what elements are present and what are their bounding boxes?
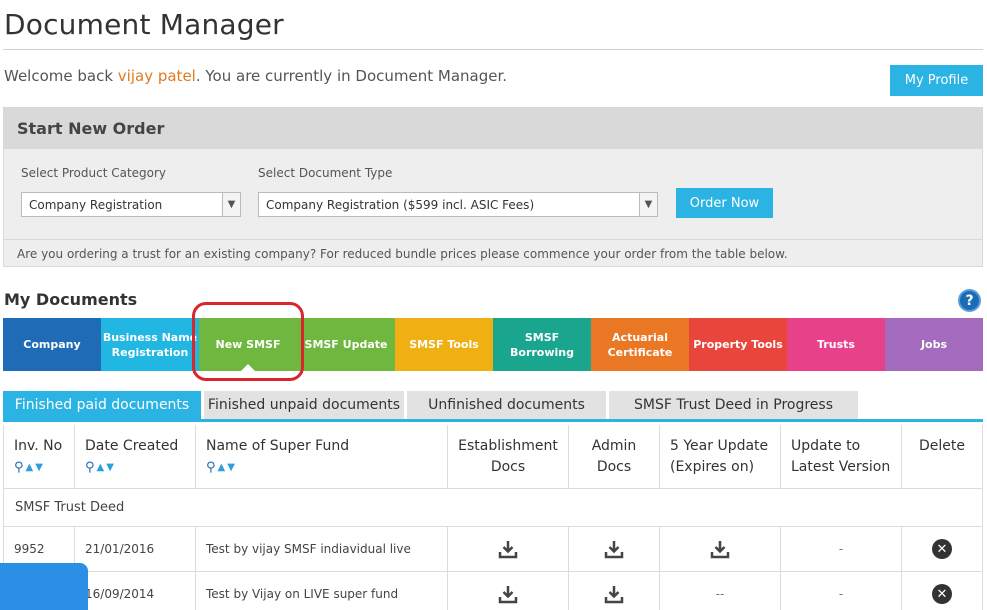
cell-admin-docs: [569, 572, 660, 610]
header-fund-name-label: Name of Super Fund: [206, 438, 350, 454]
sort-controls[interactable]: ⚲ ▲ ▼: [206, 457, 447, 478]
welcome-message: Welcome back vijay patel. You are curren…: [4, 67, 507, 85]
start-new-order-panel: Start New Order Select Product Category …: [3, 107, 983, 267]
download-icon[interactable]: [498, 539, 518, 559]
search-icon[interactable]: ⚲: [14, 457, 24, 478]
category-new-smsf[interactable]: New SMSF: [199, 318, 297, 371]
category-jobs[interactable]: Jobs: [885, 318, 983, 371]
category-smsf-borrowing[interactable]: SMSF Borrowing: [493, 318, 591, 371]
document-status-tabs: Finished paid documents Finished unpaid …: [3, 391, 983, 422]
search-icon[interactable]: ⚲: [206, 457, 216, 478]
category-business-name[interactable]: Business Name Registration: [101, 318, 199, 371]
welcome-prefix: Welcome back: [4, 67, 118, 85]
product-category-select[interactable]: Company Registration ▼: [21, 192, 241, 217]
sort-desc-icon[interactable]: ▼: [35, 457, 43, 478]
delete-icon[interactable]: ✕: [932, 584, 952, 604]
search-icon[interactable]: ⚲: [85, 457, 95, 478]
header-admin-docs: Admin Docs: [569, 425, 660, 488]
header-five-year-line2: (Expires on): [670, 459, 755, 475]
header-delete-label: Delete: [919, 438, 965, 454]
sort-asc-icon[interactable]: ▲: [26, 457, 34, 478]
sort-asc-icon[interactable]: ▲: [97, 457, 105, 478]
document-type-value: Company Registration ($599 incl. ASIC Fe…: [266, 197, 535, 212]
cell-establishment-docs: [448, 572, 569, 610]
cell-five-year-update: --: [660, 572, 781, 610]
cell-delete: ✕: [902, 527, 982, 571]
cell-fund-name: Test by vijay SMSF indiavidual live: [196, 527, 448, 571]
cell-date-created: 16/09/2014: [75, 572, 196, 610]
my-documents-title: My Documents: [4, 290, 138, 309]
chat-widget-tab[interactable]: [0, 563, 88, 610]
chevron-down-icon[interactable]: ▼: [222, 193, 240, 216]
download-icon[interactable]: [498, 584, 518, 604]
header-inv-no-label: Inv. No: [14, 438, 63, 454]
product-category-tabs: Company Business Name Registration New S…: [3, 318, 983, 371]
document-type-label: Select Document Type: [258, 166, 393, 180]
category-smsf-tools[interactable]: SMSF Tools: [395, 318, 493, 371]
header-delete: Delete: [902, 425, 982, 488]
page-title: Document Manager: [4, 8, 284, 41]
help-icon[interactable]: ?: [958, 289, 981, 312]
header-update-line1: Update to: [791, 438, 861, 454]
header-admin-line1: Admin: [591, 438, 637, 454]
cell-establishment-docs: [448, 527, 569, 571]
header-date-created-label: Date Created: [85, 438, 179, 454]
tab-unfinished[interactable]: Unfinished documents: [407, 391, 606, 419]
sort-desc-icon[interactable]: ▼: [106, 457, 114, 478]
category-company[interactable]: Company: [3, 318, 101, 371]
header-five-year-line1: 5 Year Update: [670, 438, 769, 454]
order-panel-heading: Start New Order: [4, 108, 982, 149]
header-five-year-update: 5 Year Update (Expires on): [660, 425, 781, 488]
sort-asc-icon[interactable]: ▲: [218, 457, 226, 478]
download-icon[interactable]: [604, 584, 624, 604]
header-update-line2: Latest Version: [791, 459, 891, 475]
order-bundle-note: Are you ordering a trust for an existing…: [4, 239, 982, 267]
cell-delete: ✕: [902, 572, 982, 610]
documents-table: Inv. No ⚲ ▲ ▼ Date Created ⚲ ▲ ▼ Name of Sup…: [3, 425, 983, 610]
sort-controls[interactable]: ⚲ ▲ ▼: [14, 457, 74, 478]
welcome-suffix: . You are currently in Document Manager.: [195, 67, 508, 85]
category-trusts[interactable]: Trusts: [787, 318, 885, 371]
user-name: vijay patel: [117, 67, 196, 85]
cell-admin-docs: [569, 527, 660, 571]
cell-update-latest: -: [781, 572, 902, 610]
table-section-heading: SMSF Trust Deed: [4, 489, 982, 527]
cell-fund-name: Test by Vijay on LIVE super fund: [196, 572, 448, 610]
cell-update-latest: -: [781, 527, 902, 571]
table-row: 16/09/2014 Test by Vijay on LIVE super f…: [4, 572, 982, 610]
product-category-label: Select Product Category: [21, 166, 167, 180]
sort-controls[interactable]: ⚲ ▲ ▼: [85, 457, 195, 478]
tab-finished-paid[interactable]: Finished paid documents: [3, 391, 201, 419]
category-property-tools[interactable]: Property Tools: [689, 318, 787, 371]
document-type-select[interactable]: Company Registration ($599 incl. ASIC Fe…: [258, 192, 658, 217]
cell-five-year-update: [660, 527, 781, 571]
header-inv-no: Inv. No ⚲ ▲ ▼: [4, 425, 75, 488]
header-date-created: Date Created ⚲ ▲ ▼: [75, 425, 196, 488]
cell-date-created: 21/01/2016: [75, 527, 196, 571]
table-row: 9952 21/01/2016 Test by vijay SMSF india…: [4, 527, 982, 572]
title-divider: [3, 49, 983, 50]
header-admin-line2: Docs: [596, 459, 632, 475]
table-header-row: Inv. No ⚲ ▲ ▼ Date Created ⚲ ▲ ▼ Name of Sup…: [4, 425, 982, 489]
header-update-latest: Update to Latest Version: [781, 425, 902, 488]
download-icon[interactable]: [710, 539, 730, 559]
tab-finished-unpaid[interactable]: Finished unpaid documents: [204, 391, 404, 419]
header-establishment-line2: Docs: [490, 459, 526, 475]
tab-trust-deed-in-progress[interactable]: SMSF Trust Deed in Progress: [609, 391, 858, 419]
category-actuarial-certificate[interactable]: Actuarial Certificate: [591, 318, 689, 371]
order-now-button[interactable]: Order Now: [676, 188, 773, 218]
header-establishment-line1: Establishment: [458, 438, 558, 454]
category-smsf-update[interactable]: SMSF Update: [297, 318, 395, 371]
sort-desc-icon[interactable]: ▼: [227, 457, 235, 478]
chevron-down-icon[interactable]: ▼: [639, 193, 657, 216]
header-fund-name: Name of Super Fund ⚲ ▲ ▼: [196, 425, 448, 488]
header-establishment-docs: Establishment Docs: [448, 425, 569, 488]
my-profile-button[interactable]: My Profile: [890, 65, 983, 96]
download-icon[interactable]: [604, 539, 624, 559]
product-category-value: Company Registration: [29, 197, 163, 212]
delete-icon[interactable]: ✕: [932, 539, 952, 559]
